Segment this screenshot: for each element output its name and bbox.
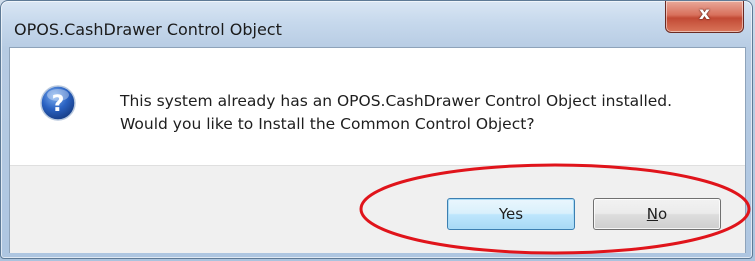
no-button-label: o	[658, 205, 668, 223]
window-title: OPOS.CashDrawer Control Object	[14, 20, 282, 39]
dialog-window: OPOS.CashDrawer Control Object x ? This …	[0, 0, 753, 259]
question-icon: ?	[40, 85, 76, 121]
yes-button-label: Yes	[498, 205, 524, 223]
close-icon: x	[699, 4, 710, 24]
dialog-client-area: ? This system already has an OPOS.CashDr…	[9, 47, 746, 253]
no-button-mnemonic: N	[646, 205, 659, 223]
svg-text:?: ?	[52, 92, 65, 117]
message-area: ? This system already has an OPOS.CashDr…	[10, 48, 745, 165]
close-button[interactable]: x	[665, 1, 744, 33]
title-bar[interactable]: OPOS.CashDrawer Control Object x	[1, 1, 752, 41]
no-button[interactable]: No	[593, 198, 721, 230]
message-line-1: This system already has an OPOS.CashDraw…	[120, 92, 673, 110]
yes-button[interactable]: Yes	[447, 198, 575, 230]
message-line-2: Would you like to Install the Common Con…	[120, 115, 535, 133]
dialog-message: This system already has an OPOS.CashDraw…	[120, 90, 720, 136]
button-bar: Yes No	[10, 165, 745, 253]
